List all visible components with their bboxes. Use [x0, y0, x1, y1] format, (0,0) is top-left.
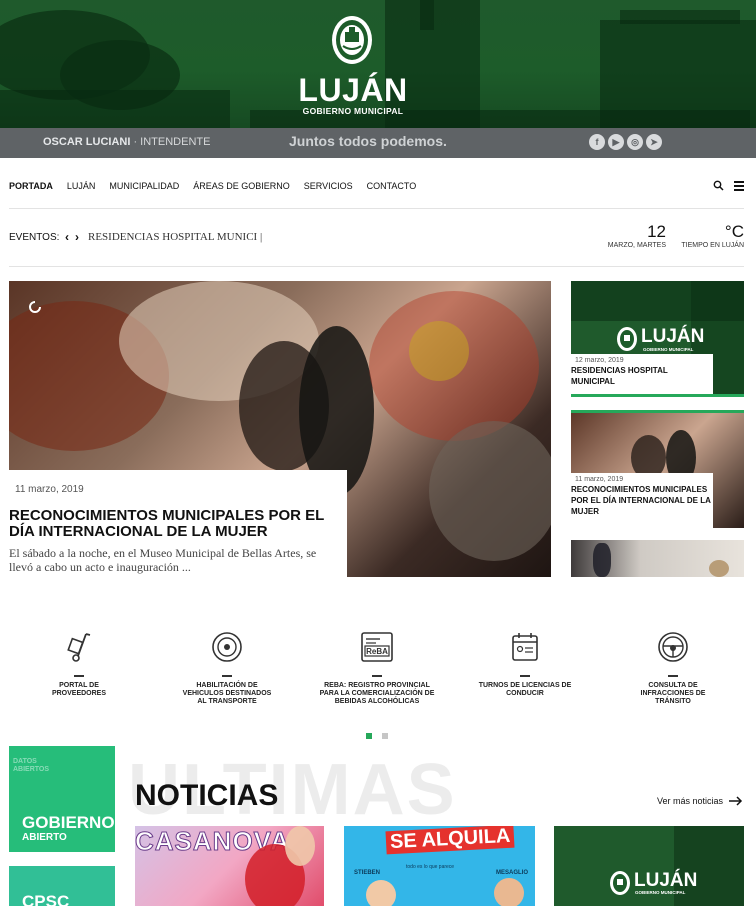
menu-icon[interactable] [734, 180, 745, 191]
nav-item-servicios[interactable]: SERVICIOS [304, 181, 353, 191]
municipal-crest-logo [610, 871, 630, 895]
events-divider [9, 266, 744, 267]
events-label: EVENTOS: [9, 232, 60, 243]
side-news-title: RECONOCIMIENTOS MUNICIPALES POR EL DÍA I… [571, 485, 711, 516]
temperature: °C [724, 222, 744, 241]
telegram-icon[interactable]: ➤ [646, 134, 662, 150]
hero-banner: LUJÁN GOBIERNO MUNICIPAL [0, 0, 756, 128]
slogan: Juntos todos podemos. [289, 133, 447, 149]
chevron-left-icon[interactable]: ‹ [65, 230, 69, 244]
featured-excerpt: El sábado a la noche, en el Museo Munici… [9, 546, 317, 574]
date-day: 12 [647, 222, 666, 241]
facebook-icon[interactable]: f [589, 134, 605, 150]
featured-title[interactable]: RECONOCIMIENTOS MUNICIPALES POR EL DÍA I… [9, 508, 339, 540]
arrow-right-icon [729, 796, 743, 806]
weather-label: TIEMPO EN LUJÁN [681, 242, 744, 249]
service-label: REBA: REGISTRO PROVINCIAL PARA LA COMERC… [319, 681, 435, 705]
side-news-caption: 11 marzo, 2019 RECONOCIMIENTOS MUNICIPAL… [571, 473, 713, 528]
thumb-logo-subtitle: GOBIERNO MUNICIPAL [635, 890, 686, 895]
nav-item-municipalidad[interactable]: MUNICIPALIDAD [109, 181, 179, 191]
featured-caption: 11 marzo, 2019 RECONOCIMIENTOS MUNICIPAL… [9, 470, 347, 577]
featured-news[interactable]: 11 marzo, 2019 RECONOCIMIENTOS MUNICIPAL… [9, 281, 551, 577]
news-thumb-casanova[interactable]: CASANOVA [135, 826, 324, 906]
carousel-dot[interactable] [366, 733, 372, 739]
service-label: HABILITACIÓN DE VEHICULOS DESTINADOS AL … [182, 681, 272, 705]
service-divider [668, 675, 678, 677]
news-section-title: NOTICIAS [135, 779, 279, 812]
thumb-logo-text: LUJÁN [634, 870, 698, 891]
side-news-caption: 12 marzo, 2019 RESIDENCIAS HOSPITAL MUNI… [571, 354, 713, 394]
side-news-item[interactable]: 11 marzo, 2019 RECONOCIMIENTOS MUNICIPAL… [571, 410, 744, 528]
mayor-info: OSCAR LUCIANI · INTENDENTE [43, 136, 210, 148]
more-news-link[interactable]: Ver más noticias [657, 796, 743, 806]
thumb-left-name: STIEBEN [354, 870, 381, 876]
service-reba[interactable]: ReBA REBA: REGISTRO PROVINCIAL PARA LA C… [316, 630, 438, 706]
nav-item-lujan[interactable]: LUJÁN [67, 181, 96, 191]
more-news-label: Ver más noticias [657, 796, 724, 806]
service-divider [520, 675, 530, 677]
service-divider [222, 675, 232, 677]
mayor-name: OSCAR LUCIANI [43, 136, 131, 148]
thumb-title: SE ALQUILA [385, 826, 515, 855]
side-logo-text: LUJÁN [641, 326, 705, 347]
side-news-item[interactable] [571, 540, 744, 577]
banner-subtitle: ABIERTO [22, 832, 67, 843]
service-portal-proveedores[interactable]: PORTAL DE PROVEEDORES [19, 630, 139, 698]
thumb-tagline: todo es lo que parece [406, 864, 455, 870]
side-news-title: RESIDENCIAS HOSPITAL MUNICIPAL [571, 366, 668, 386]
reba-card-icon: ReBA [361, 632, 393, 662]
cpsc-banner[interactable]: CPSC [9, 866, 115, 906]
gobierno-abierto-banner[interactable]: DATOS ABIERTOS GOBIERNO ABIERTO [9, 746, 115, 852]
youtube-icon[interactable]: ▶ [608, 134, 624, 150]
date-label: MARZO, MARTES [607, 242, 666, 249]
thumb-right-name: MESAGLIO [496, 870, 529, 876]
news-thumb-se-alquila[interactable]: SE ALQUILA todo es lo que parece STIEBEN… [344, 826, 535, 906]
service-turnos-licencias[interactable]: TURNOS DE LICENCIAS DE CONDUCIR [465, 630, 585, 698]
nav-tools [713, 178, 745, 191]
nav-item-contacto[interactable]: CONTACTO [367, 181, 417, 191]
mayor-role: · INTENDENTE [133, 136, 211, 148]
loading-spinner-icon [29, 301, 41, 313]
reba-icon-text: ReBA [366, 647, 388, 656]
events-arrows: ‹ › [65, 230, 79, 244]
nav-item-portada[interactable]: PORTADA [9, 181, 53, 191]
calendar-id-icon [512, 633, 538, 661]
municipal-crest-logo [332, 16, 372, 64]
service-label: PORTAL DE PROVEEDORES [51, 681, 107, 697]
steering-wheel-icon [658, 632, 688, 662]
service-divider [74, 675, 84, 677]
banner-title: CPSC [22, 892, 70, 906]
search-icon[interactable] [713, 180, 724, 191]
news-thumb-lujan[interactable]: LUJÁN GOBIERNO MUNICIPAL [554, 826, 744, 906]
side-news-item[interactable]: LUJÁN GOBIERNO MUNICIPAL 12 marzo, 2019 … [571, 281, 744, 397]
hand-truck-icon [67, 633, 91, 662]
service-infracciones[interactable]: CONSULTA DE INFRACCIONES DE TRÁNSITO [613, 630, 733, 706]
top-info-bar: OSCAR LUCIANI · INTENDENTE Juntos todos … [0, 128, 756, 158]
municipal-crest-logo [617, 327, 637, 351]
nav-item-areas-de-gobierno[interactable]: ÁREAS DE GOBIERNO [193, 181, 290, 191]
carousel-dot[interactable] [382, 733, 388, 739]
featured-date: 11 marzo, 2019 [15, 484, 84, 495]
chevron-right-icon[interactable]: › [75, 230, 79, 244]
banner-small-text: DATOS ABIERTOS [13, 758, 50, 773]
nav-divider [9, 208, 744, 209]
tire-icon [212, 632, 242, 662]
events-ticker[interactable]: RESIDENCIAS HOSPITAL MUNICI | [88, 231, 262, 243]
side-news-date: 11 marzo, 2019 [575, 476, 624, 483]
instagram-icon[interactable]: ◎ [627, 134, 643, 150]
logo-text: LUJÁN [298, 72, 408, 108]
side-news-date: 12 marzo, 2019 [575, 357, 624, 364]
main-nav: PORTADA LUJÁN MUNICIPALIDAD ÁREAS DE GOB… [9, 181, 416, 191]
banner-title: GOBIERNO [22, 813, 115, 832]
logo-subtitle: GOBIERNO MUNICIPAL [302, 106, 404, 116]
service-habilitacion-vehiculos[interactable]: HABILITACIÓN DE VEHICULOS DESTINADOS AL … [167, 630, 287, 706]
carousel-dots [366, 733, 388, 739]
service-label: TURNOS DE LICENCIAS DE CONDUCIR [478, 681, 572, 697]
side-logo-subtitle: GOBIERNO MUNICIPAL [643, 347, 694, 352]
service-divider [372, 675, 382, 677]
service-label: CONSULTA DE INFRACCIONES DE TRÁNSITO [640, 681, 706, 705]
social-links: f ▶ ◎ ➤ [589, 134, 662, 150]
